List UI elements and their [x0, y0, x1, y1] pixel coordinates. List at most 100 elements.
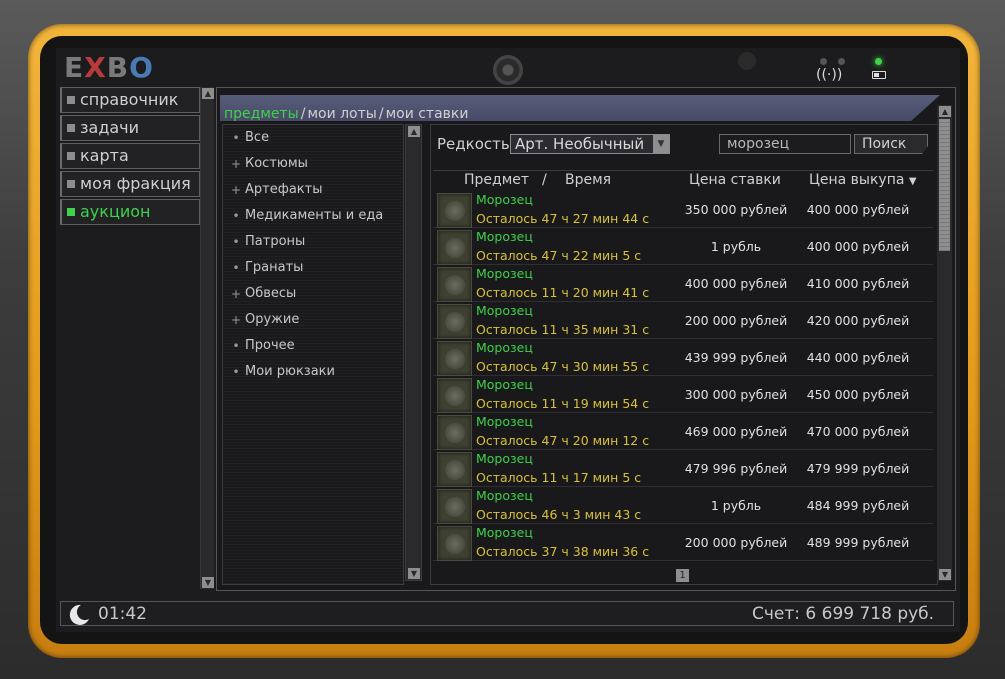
category-item[interactable]: + Костюмы	[223, 151, 403, 177]
camera-icon	[493, 55, 523, 85]
sidebar-item-map[interactable]: карта	[60, 143, 200, 169]
scroll-down-button[interactable]: ▼	[408, 568, 420, 579]
time-left: Осталось 11 ч 35 мин 31 с	[476, 322, 650, 337]
scroll-up-button[interactable]: ▲	[408, 126, 420, 137]
expand-icon: +	[231, 313, 242, 327]
expand-icon: +	[231, 157, 242, 171]
column-header-separator: /	[542, 172, 547, 188]
table-row[interactable]: Морозец Осталось 47 ч 22 мин 5 с 1 рубль 40…	[433, 228, 933, 265]
category-list: • Все + Костюмы + Артефакты • Медикаменты и …	[222, 124, 404, 585]
scrollbar-thumb[interactable]	[939, 119, 950, 251]
bullet-icon	[67, 208, 75, 216]
column-header-buyout[interactable]: Цена выкупа ▼	[809, 171, 917, 189]
scroll-up-button[interactable]: ▲	[202, 88, 214, 99]
category-item[interactable]: • Патроны	[223, 229, 403, 255]
time-left: Осталось 11 ч 20 мин 41 с	[476, 285, 650, 300]
sidebar-item-tasks[interactable]: задачи	[60, 115, 200, 141]
bid-price: 1 рубль	[710, 498, 762, 513]
category-item[interactable]: • Мои рюкзаки	[223, 359, 403, 385]
sidebar-scrollbar[interactable]: ▲ ▼	[200, 87, 214, 589]
search-button[interactable]: Поиск	[854, 134, 928, 154]
sidebar-item-auction[interactable]: аукцион	[60, 199, 200, 225]
bullet-icon: •	[232, 131, 240, 145]
wifi-icon: ((·))	[816, 67, 843, 83]
item-name: Морозец	[476, 488, 533, 503]
category-item[interactable]: + Оружие	[223, 307, 403, 333]
category-scrollbar[interactable]: ▲ ▼	[405, 124, 422, 581]
item-name: Морозец	[476, 229, 533, 244]
table-row[interactable]: Морозец Осталось 47 ч 27 мин 44 с 350 000 …	[433, 191, 933, 228]
category-item[interactable]: • Все	[223, 125, 403, 151]
logo: EXBO	[64, 51, 154, 84]
time-left: Осталось 47 ч 20 мин 12 с	[476, 433, 650, 448]
table-row[interactable]: Морозец Осталось 47 ч 30 мин 55 с 439 999 …	[433, 339, 933, 376]
sidebar-item-label: карта	[80, 146, 129, 165]
page-button-1[interactable]: 1	[676, 569, 689, 582]
category-label: Медикаменты и еда	[245, 208, 384, 223]
category-label: Обвесы	[245, 286, 297, 301]
indicator-light	[820, 58, 827, 65]
item-thumbnail	[437, 415, 472, 450]
time-left: Осталось 11 ч 19 мин 54 с	[476, 396, 650, 411]
category-item[interactable]: + Артефакты	[223, 177, 403, 203]
bid-price: 400 000 рублей	[684, 276, 788, 291]
column-header-buyout-label: Цена выкупа	[809, 172, 905, 188]
bullet-icon: •	[232, 261, 240, 275]
category-item[interactable]: • Прочее	[223, 333, 403, 359]
item-thumbnail	[437, 526, 472, 561]
category-label: Патроны	[245, 234, 306, 249]
scroll-down-button[interactable]: ▼	[939, 569, 951, 580]
buyout-price: 489 999 рублей	[806, 535, 910, 550]
category-item[interactable]: • Гранаты	[223, 255, 403, 281]
listing-scrollbar[interactable]: ▲ ▼	[937, 105, 952, 581]
tab-my-lots[interactable]: мои лоты	[307, 106, 376, 122]
item-name: Морозец	[476, 525, 533, 540]
tab-my-bids[interactable]: мои ставки	[386, 106, 469, 122]
time-left: Осталось 37 ч 38 мин 36 с	[476, 544, 650, 559]
table-row[interactable]: Морозец Осталось 47 ч 20 мин 12 с 469 000 …	[433, 413, 933, 450]
table-row[interactable]: Морозец Осталось 11 ч 17 мин 5 с 479 996 р…	[433, 450, 933, 487]
column-header-bid[interactable]: Цена ставки	[689, 171, 781, 189]
item-thumbnail	[437, 230, 472, 265]
item-name: Морозец	[476, 377, 533, 392]
search-input[interactable]	[719, 134, 851, 154]
indicator-light	[838, 58, 845, 65]
sidebar-item-label: задачи	[80, 118, 140, 137]
expand-icon: +	[231, 287, 242, 301]
table-row[interactable]: Морозец Осталось 37 ч 38 мин 36 с 200 000 …	[433, 524, 933, 561]
column-header-time[interactable]: Время	[565, 171, 611, 189]
category-label: Все	[245, 130, 270, 145]
buyout-price: 484 999 рублей	[806, 498, 910, 513]
rarity-dropdown[interactable]: Арт. Необычный ▼	[510, 134, 670, 154]
category-label: Прочее	[245, 338, 295, 353]
category-item[interactable]: + Обвесы	[223, 281, 403, 307]
scroll-down-button[interactable]: ▼	[202, 577, 214, 588]
buyout-price: 440 000 рублей	[806, 350, 910, 365]
power-light	[875, 58, 882, 65]
category-item[interactable]: • Медикаменты и еда	[223, 203, 403, 229]
scroll-up-button[interactable]: ▲	[939, 106, 951, 117]
sensor-icon	[738, 52, 756, 70]
time-left: Осталось 47 ч 27 мин 44 с	[476, 211, 650, 226]
table-row[interactable]: Морозец Осталось 11 ч 20 мин 41 с 400 000 …	[433, 265, 933, 302]
time-left: Осталось 11 ч 17 мин 5 с	[476, 470, 642, 485]
table-row[interactable]: Морозец Осталось 11 ч 35 мин 31 с 200 000 …	[433, 302, 933, 339]
item-thumbnail	[437, 304, 472, 339]
sidebar-item-faction[interactable]: моя фракция	[60, 171, 200, 197]
buyout-price: 420 000 рублей	[806, 313, 910, 328]
table-row[interactable]: Морозец Осталось 46 ч 3 мин 43 с 1 рубль 48…	[433, 487, 933, 524]
bullet-icon	[67, 124, 75, 132]
item-name: Морозец	[476, 303, 533, 318]
sidebar-item-label: аукцион	[80, 202, 151, 221]
table-row[interactable]: Морозец Осталось 11 ч 19 мин 54 с 300 000 …	[433, 376, 933, 413]
item-name: Морозец	[476, 192, 533, 207]
column-header-item[interactable]: Предмет	[464, 171, 529, 189]
clock: 01:42	[98, 604, 147, 624]
sidebar-item-reference[interactable]: справочник	[60, 87, 200, 113]
buyout-price: 400 000 рублей	[806, 202, 910, 217]
bid-price: 350 000 рублей	[684, 202, 788, 217]
tab-items[interactable]: предметы	[224, 106, 299, 122]
bid-price: 200 000 рублей	[684, 535, 788, 550]
bullet-icon: •	[232, 365, 240, 379]
bid-price: 200 000 рублей	[684, 313, 788, 328]
